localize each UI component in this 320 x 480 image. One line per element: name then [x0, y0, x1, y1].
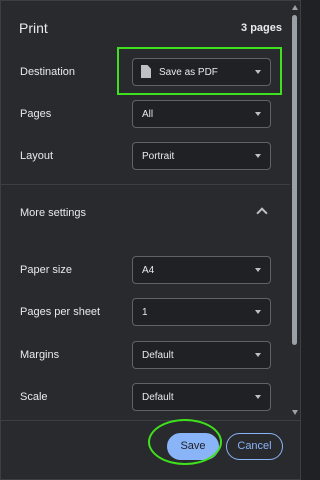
- destination-value: Save as PDF: [159, 67, 218, 78]
- pages-per-sheet-select[interactable]: 1: [132, 298, 271, 326]
- more-settings-label: More settings: [20, 207, 87, 219]
- dialog-title: Print: [19, 20, 48, 36]
- cancel-button[interactable]: Cancel: [226, 433, 283, 460]
- save-button[interactable]: Save: [167, 433, 219, 460]
- scale-label: Scale: [20, 391, 48, 403]
- scroll-down-icon[interactable]: [292, 410, 298, 415]
- layout-row: Layout Portrait: [1, 142, 290, 172]
- chevron-down-icon: [255, 310, 261, 314]
- paper-size-row: Paper size A4: [1, 256, 290, 286]
- destination-label: Destination: [20, 66, 76, 78]
- paper-size-value: A4: [142, 265, 155, 276]
- margins-select[interactable]: Default: [132, 341, 271, 369]
- margins-row: Margins Default: [1, 341, 290, 371]
- pages-select[interactable]: All: [132, 100, 271, 128]
- pages-label: Pages: [20, 108, 52, 120]
- chevron-down-icon: [255, 154, 261, 158]
- margins-value: Default: [142, 350, 174, 361]
- destination-select[interactable]: Save as PDF: [132, 58, 271, 86]
- scroll-up-icon[interactable]: [292, 5, 298, 10]
- destination-row: Destination Save as PDF: [1, 58, 290, 88]
- paper-size-select[interactable]: A4: [132, 256, 271, 284]
- more-settings-toggle[interactable]: More settings: [1, 197, 290, 229]
- layout-select[interactable]: Portrait: [132, 142, 271, 170]
- chevron-down-icon: [255, 268, 261, 272]
- pages-row: Pages All: [1, 100, 290, 130]
- layout-label: Layout: [20, 150, 54, 162]
- page-count: 3 pages: [241, 22, 282, 34]
- print-dialog: Print 3 pages Destination Save as PDF Pa…: [0, 0, 301, 480]
- settings-scrollbar[interactable]: [291, 1, 299, 419]
- chevron-down-icon: [255, 112, 261, 116]
- dialog-header: Print 3 pages: [1, 1, 290, 57]
- scale-row: Scale Default: [1, 383, 290, 413]
- dialog-footer: Save Cancel: [1, 420, 300, 479]
- chevron-up-icon: [256, 207, 268, 219]
- margins-label: Margins: [20, 349, 60, 361]
- chevron-down-icon: [255, 353, 261, 357]
- pages-per-sheet-value: 1: [142, 307, 148, 318]
- chevron-down-icon: [255, 395, 261, 399]
- pages-per-sheet-row: Pages per sheet 1: [1, 298, 290, 328]
- scrollbar-thumb[interactable]: [292, 15, 297, 345]
- pages-per-sheet-label: Pages per sheet: [20, 306, 101, 318]
- paper-size-label: Paper size: [20, 264, 72, 276]
- document-icon: [141, 65, 151, 78]
- chevron-down-icon: [255, 70, 261, 74]
- pages-value: All: [142, 109, 154, 120]
- scale-select[interactable]: Default: [132, 383, 271, 411]
- scale-value: Default: [142, 392, 174, 403]
- layout-value: Portrait: [142, 151, 175, 162]
- section-divider: [1, 184, 290, 185]
